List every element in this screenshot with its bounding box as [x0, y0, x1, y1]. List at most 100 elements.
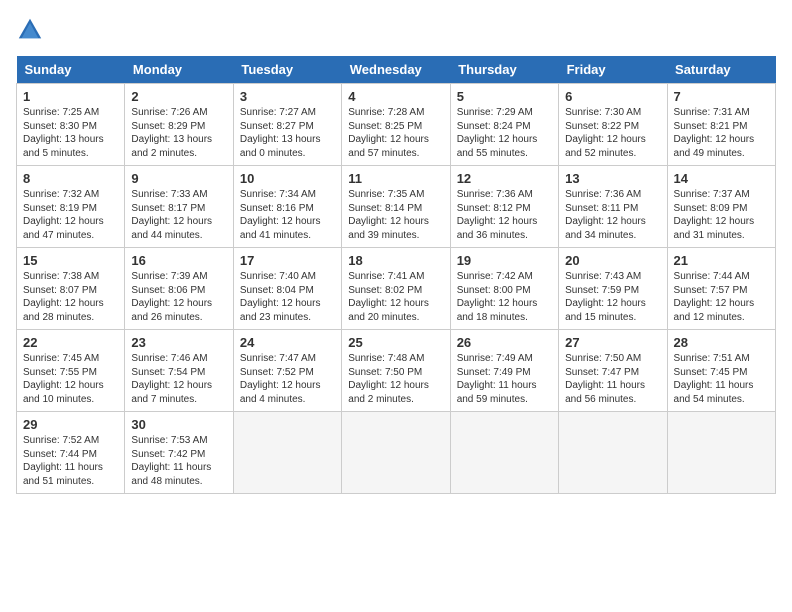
day-number: 9	[131, 171, 226, 186]
day-number: 22	[23, 335, 118, 350]
cell-text: Sunrise: 7:46 AMSunset: 7:54 PMDaylight:…	[131, 353, 212, 405]
calendar-cell: 15 Sunrise: 7:38 AMSunset: 8:07 PMDayligh…	[17, 248, 125, 330]
cell-text: Sunrise: 7:47 AMSunset: 7:52 PMDaylight:…	[240, 353, 321, 405]
cell-text: Sunrise: 7:37 AMSunset: 8:09 PMDaylight:…	[674, 189, 755, 241]
calendar-week-row: 8 Sunrise: 7:32 AMSunset: 8:19 PMDaylight…	[17, 166, 776, 248]
calendar-cell: 30 Sunrise: 7:53 AMSunset: 7:42 PMDayligh…	[125, 412, 233, 494]
calendar-cell: 27 Sunrise: 7:50 AMSunset: 7:47 PMDayligh…	[559, 330, 667, 412]
calendar-cell: 3Sunrise: 7:27 AMSunset: 8:27 PMDaylight…	[233, 84, 341, 166]
calendar-cell: 17 Sunrise: 7:40 AMSunset: 8:04 PMDayligh…	[233, 248, 341, 330]
logo	[16, 16, 48, 44]
day-number: 6	[565, 89, 660, 104]
calendar-body: 1 Sunrise: 7:25 AMSunset: 8:30 PMDaylight…	[17, 84, 776, 494]
day-number: 29	[23, 417, 118, 432]
cell-text: Sunrise: 7:34 AMSunset: 8:16 PMDaylight:…	[240, 189, 321, 241]
day-number: 30	[131, 417, 226, 432]
calendar-week-row: 1 Sunrise: 7:25 AMSunset: 8:30 PMDaylight…	[17, 84, 776, 166]
cell-text: Sunrise: 7:36 AMSunset: 8:11 PMDaylight:…	[565, 189, 646, 241]
calendar-cell: 6 Sunrise: 7:30 AMSunset: 8:22 PMDaylight…	[559, 84, 667, 166]
cell-text: Sunrise: 7:51 AMSunset: 7:45 PMDaylight:…	[674, 353, 754, 405]
day-number: 23	[131, 335, 226, 350]
calendar-cell: 1 Sunrise: 7:25 AMSunset: 8:30 PMDaylight…	[17, 84, 125, 166]
day-number: 7	[674, 89, 769, 104]
header	[16, 16, 776, 44]
calendar-cell: 7Sunrise: 7:31 AMSunset: 8:21 PMDaylight…	[667, 84, 775, 166]
day-number: 19	[457, 253, 552, 268]
day-number: 12	[457, 171, 552, 186]
calendar-cell: 25 Sunrise: 7:48 AMSunset: 7:50 PMDayligh…	[342, 330, 450, 412]
cell-text: Sunrise: 7:29 AMSunset: 8:24 PMDaylight:…	[457, 107, 538, 159]
day-number: 27	[565, 335, 660, 350]
calendar-cell	[233, 412, 341, 494]
calendar-table: SundayMondayTuesdayWednesdayThursdayFrid…	[16, 56, 776, 494]
calendar-cell: 11Sunrise: 7:35 AMSunset: 8:14 PMDayligh…	[342, 166, 450, 248]
calendar-week-row: 15 Sunrise: 7:38 AMSunset: 8:07 PMDayligh…	[17, 248, 776, 330]
cell-text: Sunrise: 7:49 AMSunset: 7:49 PMDaylight:…	[457, 353, 537, 405]
calendar-week-row: 22 Sunrise: 7:45 AMSunset: 7:55 PMDayligh…	[17, 330, 776, 412]
header-wednesday: Wednesday	[342, 56, 450, 84]
cell-text: Sunrise: 7:45 AMSunset: 7:55 PMDaylight:…	[23, 353, 104, 405]
cell-text: Sunrise: 7:41 AMSunset: 8:02 PMDaylight:…	[348, 271, 429, 323]
day-number: 20	[565, 253, 660, 268]
calendar-cell: 16Sunrise: 7:39 AMSunset: 8:06 PMDayligh…	[125, 248, 233, 330]
calendar-cell: 10 Sunrise: 7:34 AMSunset: 8:16 PMDayligh…	[233, 166, 341, 248]
cell-text: Sunrise: 7:36 AMSunset: 8:12 PMDaylight:…	[457, 189, 538, 241]
calendar-header-row: SundayMondayTuesdayWednesdayThursdayFrid…	[17, 56, 776, 84]
day-number: 25	[348, 335, 443, 350]
cell-text: Sunrise: 7:32 AMSunset: 8:19 PMDaylight:…	[23, 189, 104, 241]
cell-text: Sunrise: 7:48 AMSunset: 7:50 PMDaylight:…	[348, 353, 429, 405]
cell-text: Sunrise: 7:53 AMSunset: 7:42 PMDaylight:…	[131, 435, 211, 487]
cell-text: Sunrise: 7:38 AMSunset: 8:07 PMDaylight:…	[23, 271, 104, 323]
day-number: 5	[457, 89, 552, 104]
day-number: 10	[240, 171, 335, 186]
calendar-cell	[559, 412, 667, 494]
cell-text: Sunrise: 7:42 AMSunset: 8:00 PMDaylight:…	[457, 271, 538, 323]
calendar-cell: 22 Sunrise: 7:45 AMSunset: 7:55 PMDayligh…	[17, 330, 125, 412]
cell-text: Sunrise: 7:26 AMSunset: 8:29 PMDaylight:…	[131, 107, 212, 159]
cell-text: Sunrise: 7:52 AMSunset: 7:44 PMDaylight:…	[23, 435, 103, 487]
day-number: 15	[23, 253, 118, 268]
day-number: 1	[23, 89, 118, 104]
header-tuesday: Tuesday	[233, 56, 341, 84]
calendar-week-row: 29 Sunrise: 7:52 AMSunset: 7:44 PMDayligh…	[17, 412, 776, 494]
logo-icon	[16, 16, 44, 44]
cell-text: Sunrise: 7:43 AMSunset: 7:59 PMDaylight:…	[565, 271, 646, 323]
calendar-cell: 29 Sunrise: 7:52 AMSunset: 7:44 PMDayligh…	[17, 412, 125, 494]
cell-text: Sunrise: 7:33 AMSunset: 8:17 PMDaylight:…	[131, 189, 212, 241]
calendar-cell: 26 Sunrise: 7:49 AMSunset: 7:49 PMDayligh…	[450, 330, 558, 412]
calendar-cell	[450, 412, 558, 494]
calendar-cell	[667, 412, 775, 494]
calendar-cell: 18Sunrise: 7:41 AMSunset: 8:02 PMDayligh…	[342, 248, 450, 330]
day-number: 13	[565, 171, 660, 186]
day-number: 14	[674, 171, 769, 186]
cell-text: Sunrise: 7:40 AMSunset: 8:04 PMDaylight:…	[240, 271, 321, 323]
day-number: 28	[674, 335, 769, 350]
day-number: 4	[348, 89, 443, 104]
header-saturday: Saturday	[667, 56, 775, 84]
day-number: 17	[240, 253, 335, 268]
calendar-cell: 8 Sunrise: 7:32 AMSunset: 8:19 PMDaylight…	[17, 166, 125, 248]
day-number: 2	[131, 89, 226, 104]
calendar-cell: 21 Sunrise: 7:44 AMSunset: 7:57 PMDayligh…	[667, 248, 775, 330]
calendar-cell: 9 Sunrise: 7:33 AMSunset: 8:17 PMDaylight…	[125, 166, 233, 248]
calendar-cell: 12 Sunrise: 7:36 AMSunset: 8:12 PMDayligh…	[450, 166, 558, 248]
header-friday: Friday	[559, 56, 667, 84]
cell-text: Sunrise: 7:30 AMSunset: 8:22 PMDaylight:…	[565, 107, 646, 159]
day-number: 26	[457, 335, 552, 350]
day-number: 11	[348, 171, 443, 186]
day-number: 24	[240, 335, 335, 350]
header-thursday: Thursday	[450, 56, 558, 84]
cell-text: Sunrise: 7:44 AMSunset: 7:57 PMDaylight:…	[674, 271, 755, 323]
cell-text: Sunrise: 7:25 AMSunset: 8:30 PMDaylight:…	[23, 107, 104, 159]
calendar-cell: 13 Sunrise: 7:36 AMSunset: 8:11 PMDayligh…	[559, 166, 667, 248]
calendar-cell: 23 Sunrise: 7:46 AMSunset: 7:54 PMDayligh…	[125, 330, 233, 412]
day-number: 21	[674, 253, 769, 268]
calendar-cell: 24 Sunrise: 7:47 AMSunset: 7:52 PMDayligh…	[233, 330, 341, 412]
calendar-cell: 19 Sunrise: 7:42 AMSunset: 8:00 PMDayligh…	[450, 248, 558, 330]
day-number: 8	[23, 171, 118, 186]
calendar-cell: 4Sunrise: 7:28 AMSunset: 8:25 PMDaylight…	[342, 84, 450, 166]
cell-text: Sunrise: 7:50 AMSunset: 7:47 PMDaylight:…	[565, 353, 645, 405]
header-sunday: Sunday	[17, 56, 125, 84]
calendar-cell: 20 Sunrise: 7:43 AMSunset: 7:59 PMDayligh…	[559, 248, 667, 330]
calendar-cell	[342, 412, 450, 494]
